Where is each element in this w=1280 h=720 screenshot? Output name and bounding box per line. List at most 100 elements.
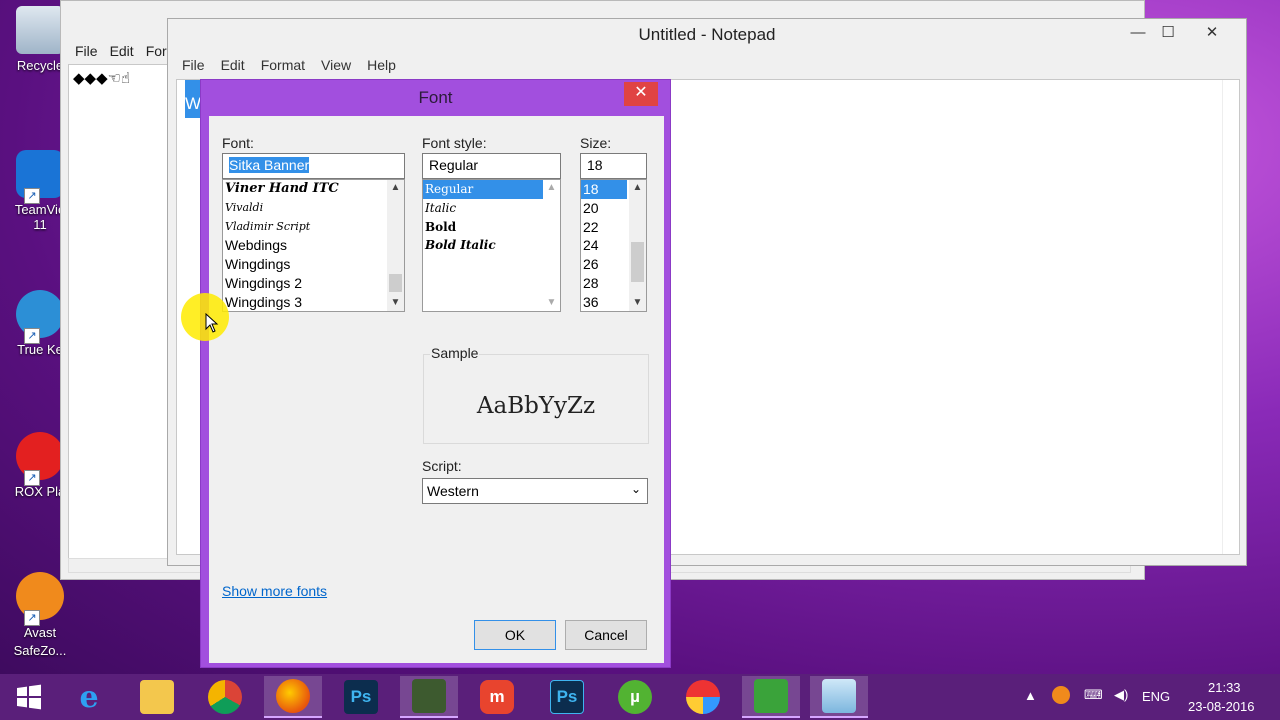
font-list-item[interactable]: Webdings — [223, 236, 404, 255]
clock-date[interactable]: 23-08-2016 — [1188, 699, 1255, 714]
close-button[interactable]: ✕ — [1192, 19, 1232, 49]
menu-format[interactable]: Format — [261, 57, 305, 73]
taskbar-app[interactable] — [674, 676, 732, 718]
scroll-thumb[interactable] — [631, 242, 644, 282]
font-style-label: Font style: — [422, 135, 487, 151]
avast-tray-icon[interactable] — [1052, 686, 1070, 704]
chevron-down-icon: ⌄ — [630, 482, 641, 496]
style-item-regular[interactable]: Regular — [423, 180, 560, 199]
font-name-input[interactable]: Sitka Banner — [222, 153, 405, 179]
shortcut-arrow-icon: ↗ — [24, 610, 40, 626]
chevron-up-icon[interactable]: ▲ — [543, 180, 560, 196]
notepad-icon — [822, 679, 856, 713]
taskbar-photoshop-2[interactable]: Ps — [538, 676, 596, 718]
camtasia-icon — [412, 679, 446, 713]
menu-file[interactable]: File — [75, 43, 98, 59]
photoshop-icon: Ps — [550, 680, 584, 714]
cancel-button[interactable]: Cancel — [565, 620, 647, 650]
menu-help[interactable]: Help — [367, 57, 396, 73]
size-item[interactable]: 18 — [581, 180, 627, 199]
back-menubar: File Edit For — [75, 43, 167, 59]
windows-start-icon — [17, 684, 41, 710]
script-label: Script: — [422, 458, 462, 474]
shortcut-arrow-icon: ↗ — [24, 328, 40, 344]
taskbar: e Ps m Ps µ ▲ ⌨ ◀) ENG 21:33 23-08-2016 — [0, 674, 1280, 720]
font-list-item[interactable]: Wingdings — [223, 255, 404, 274]
dialog-body: Font: Sitka Banner Viner Hand ITC Vivald… — [209, 116, 664, 663]
font-dialog[interactable]: Font ✕ Font: Sitka Banner Viner Hand ITC… — [200, 79, 671, 668]
taskbar-firefox[interactable] — [264, 676, 322, 718]
font-list[interactable]: Viner Hand ITC Vivaldi Vladimir Script W… — [222, 179, 405, 312]
font-list-item[interactable]: Vivaldi — [223, 199, 404, 218]
taskbar-photoshop[interactable]: Ps — [332, 676, 390, 718]
taskbar-internet-explorer[interactable]: e — [60, 676, 118, 718]
style-item-bold-italic[interactable]: Bold Italic — [423, 236, 560, 255]
font-list-item[interactable]: Vladimir Script — [223, 218, 404, 237]
script-select[interactable]: Western ⌄ — [422, 478, 648, 504]
taskbar-notepad[interactable] — [810, 676, 868, 718]
font-label: Font: — [222, 135, 254, 151]
menu-format[interactable]: For — [146, 43, 167, 59]
taskbar-chrome[interactable] — [196, 676, 254, 718]
taskbar-meitu[interactable]: m — [468, 676, 526, 718]
volume-icon[interactable]: ◀) — [1114, 687, 1128, 703]
style-item-italic[interactable]: Italic — [423, 199, 560, 218]
camtasia-recorder-icon — [754, 679, 788, 713]
firefox-icon — [276, 679, 310, 713]
back-text-content: ◆◆◆☜☝ — [73, 70, 131, 87]
font-list-scrollbar[interactable]: ▲ ▼ — [387, 180, 404, 311]
chevron-down-icon[interactable]: ▼ — [387, 295, 404, 311]
rox-player-icon: ↗ — [16, 432, 64, 486]
size-list[interactable]: 18 20 22 24 26 28 36 ▲ ▼ — [580, 179, 647, 312]
font-style-input[interactable]: Regular — [422, 153, 561, 179]
mouse-cursor-icon — [205, 313, 219, 333]
menu-file[interactable]: File — [182, 57, 205, 73]
show-more-fonts-link[interactable]: Show more fonts — [222, 583, 327, 599]
apps-icon — [686, 680, 720, 714]
style-item-bold[interactable]: Bold — [423, 218, 560, 237]
chevron-up-icon[interactable]: ▲ — [629, 180, 646, 196]
taskbar-camtasia-recorder[interactable] — [742, 676, 800, 718]
font-list-item[interactable]: Wingdings 3 — [223, 293, 404, 311]
size-list-scrollbar[interactable]: ▲ ▼ — [629, 180, 646, 311]
taskbar-camtasia[interactable] — [400, 676, 458, 718]
size-input[interactable]: 18 — [580, 153, 647, 179]
clock-time[interactable]: 21:33 — [1208, 680, 1241, 695]
language-indicator[interactable]: ENG — [1142, 689, 1170, 704]
menu-edit[interactable]: Edit — [110, 43, 134, 59]
menu-view[interactable]: View — [321, 57, 351, 73]
desktop-icon-avast[interactable]: ↗ Avast SafeZo... — [0, 572, 80, 660]
maximize-button[interactable]: ☐ — [1148, 19, 1188, 49]
size-label: Size: — [580, 135, 612, 151]
true-key-icon: ↗ — [16, 290, 64, 344]
meitu-icon: m — [480, 680, 514, 714]
recycle-bin-icon — [16, 6, 64, 54]
chevron-down-icon[interactable]: ▼ — [629, 295, 646, 311]
scroll-thumb[interactable] — [389, 274, 402, 292]
menu-edit[interactable]: Edit — [221, 57, 245, 73]
font-list-item[interactable]: Wingdings 2 — [223, 274, 404, 293]
sample-group: AaBbYyZz — [423, 354, 649, 444]
chrome-icon — [208, 680, 242, 714]
dialog-title: Font — [418, 88, 453, 107]
chevron-down-icon[interactable]: ▼ — [543, 295, 560, 311]
menubar: File Edit Format View Help — [182, 57, 396, 73]
network-icon[interactable]: ⌨ — [1084, 687, 1103, 703]
vertical-scrollbar[interactable] — [1222, 80, 1239, 554]
font-name-value: Sitka Banner — [229, 157, 310, 173]
font-list-item[interactable]: Viner Hand ITC — [223, 180, 404, 199]
file-explorer-icon — [140, 680, 174, 714]
teamviewer-icon: ↗ — [16, 150, 64, 204]
font-style-list[interactable]: Regular Italic Bold Bold Italic ▲ ▼ — [422, 179, 561, 312]
taskbar-file-explorer[interactable] — [128, 676, 186, 718]
shortcut-arrow-icon: ↗ — [24, 470, 40, 486]
utorrent-icon: µ — [618, 680, 652, 714]
taskbar-utorrent[interactable]: µ — [606, 676, 664, 718]
ok-button[interactable]: OK — [474, 620, 556, 650]
dialog-close-button[interactable]: ✕ — [624, 82, 658, 106]
avast-safezone-icon: ↗ — [16, 572, 64, 626]
start-button[interactable] — [0, 676, 58, 718]
chevron-up-icon[interactable]: ▲ — [387, 180, 404, 196]
show-hidden-icons[interactable]: ▲ — [1024, 688, 1037, 703]
style-list-scrollbar[interactable]: ▲ ▼ — [543, 180, 560, 311]
